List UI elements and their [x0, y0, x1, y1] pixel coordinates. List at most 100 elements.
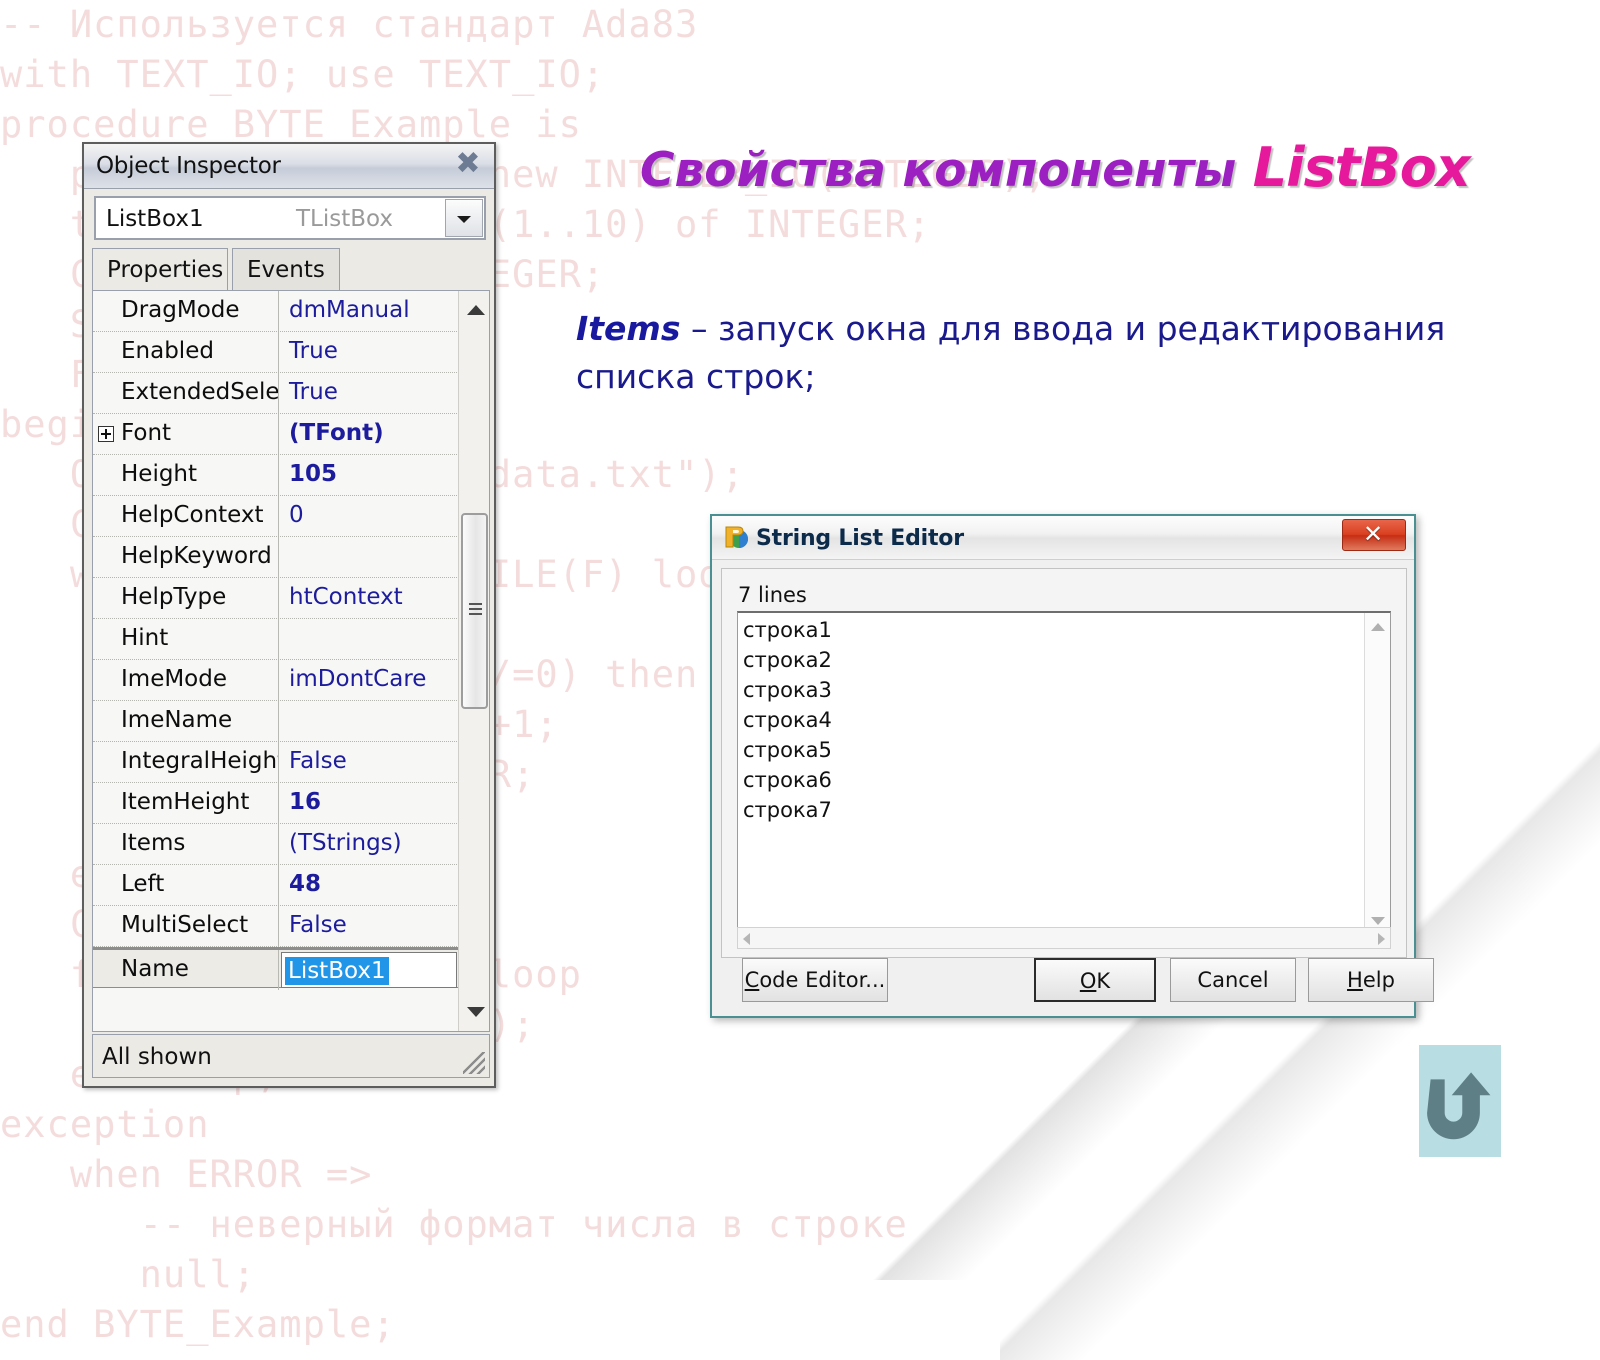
- scrollbar-thumb[interactable]: [461, 513, 488, 709]
- help-button-label: elp: [1362, 968, 1395, 992]
- page-title-part1: Свойства компоненты: [640, 143, 1253, 198]
- chevron-down-icon[interactable]: [445, 199, 483, 237]
- property-value[interactable]: 105: [281, 455, 457, 495]
- body-paragraph: Items – запуск окна для ввода и редактир…: [576, 305, 1496, 401]
- property-value[interactable]: dmManual: [281, 291, 457, 331]
- property-row[interactable]: ImeName: [93, 701, 489, 742]
- scroll-up-icon[interactable]: [467, 305, 485, 315]
- close-icon[interactable]: ✖: [452, 149, 484, 181]
- help-button[interactable]: Help: [1308, 958, 1434, 1002]
- property-row[interactable]: ExtendedSelec True: [93, 373, 489, 414]
- property-name: ImeName: [93, 701, 279, 741]
- property-value[interactable]: htContext: [281, 578, 457, 618]
- property-row-selected[interactable]: Name ListBox1: [93, 947, 489, 990]
- component-selector-combobox[interactable]: ListBox1 TListBox: [94, 196, 486, 240]
- property-row[interactable]: ImeMode imDontCare: [93, 660, 489, 701]
- property-value[interactable]: True: [281, 332, 457, 372]
- property-row[interactable]: Height 105: [93, 455, 489, 496]
- property-name: Items: [93, 824, 279, 864]
- property-rows: DragMode dmManual Enabled True ExtendedSelec…: [93, 291, 489, 947]
- property-name: DragMode: [93, 291, 279, 331]
- property-name: Height: [93, 455, 279, 495]
- property-name: Font: [93, 414, 279, 454]
- property-grid-scrollbar[interactable]: [458, 291, 489, 1031]
- body-description: – запуск окна для ввода и редактирования…: [576, 309, 1446, 396]
- property-row[interactable]: MultiSelect False: [93, 906, 489, 947]
- property-value[interactable]: True: [281, 373, 457, 413]
- property-row[interactable]: Items (TStrings): [93, 824, 489, 865]
- property-row[interactable]: DragMode dmManual: [93, 291, 489, 332]
- property-row[interactable]: HelpType htContext: [93, 578, 489, 619]
- property-name: Hint: [93, 619, 279, 659]
- property-row[interactable]: IntegralHeight False: [93, 742, 489, 783]
- property-name: HelpContext: [93, 496, 279, 536]
- property-value-editor[interactable]: ListBox1: [281, 952, 457, 988]
- property-value[interactable]: 48: [281, 865, 457, 905]
- component-name-value: ListBox1: [106, 206, 204, 232]
- code-line: end BYTE_Example;: [0, 1303, 396, 1346]
- memo-horizontal-scrollbar[interactable]: [737, 927, 1391, 949]
- property-row[interactable]: ItemHeight 16: [93, 783, 489, 824]
- ok-button-label: K: [1096, 969, 1111, 993]
- property-row[interactable]: Hint: [93, 619, 489, 660]
- object-inspector-title: Object Inspector: [96, 153, 281, 179]
- property-value[interactable]: (TStrings): [281, 824, 457, 864]
- object-inspector-window: Object Inspector ✖ ListBox1 TListBox Pro…: [82, 142, 496, 1088]
- property-name: MultiSelect: [93, 906, 279, 946]
- scroll-left-icon[interactable]: [743, 933, 750, 945]
- property-row[interactable]: HelpKeyword: [93, 537, 489, 578]
- close-button[interactable]: ✕: [1342, 519, 1406, 551]
- property-value-selected-text: ListBox1: [285, 957, 389, 985]
- string-list-editor-dialog: String List Editor ✕ 7 lines строка1 стр…: [710, 514, 1434, 1018]
- property-name: HelpKeyword: [93, 537, 279, 577]
- close-icon: ✕: [1362, 520, 1384, 548]
- scroll-up-icon[interactable]: [1371, 623, 1385, 631]
- dialog-content-panel: 7 lines строка1 строка2 строка3 строка4 …: [721, 568, 1407, 958]
- property-value[interactable]: imDontCare: [281, 660, 457, 700]
- tab-properties[interactable]: Properties: [92, 248, 228, 292]
- property-value[interactable]: 16: [281, 783, 457, 823]
- property-value[interactable]: False: [281, 906, 457, 946]
- cancel-button[interactable]: Cancel: [1170, 958, 1296, 1002]
- property-row[interactable]: Left 48: [93, 865, 489, 906]
- scroll-down-icon[interactable]: [467, 1007, 485, 1017]
- property-value[interactable]: [281, 619, 457, 659]
- property-value[interactable]: [281, 701, 457, 741]
- ok-button[interactable]: OK: [1034, 958, 1156, 1002]
- scroll-right-icon[interactable]: [1378, 933, 1385, 945]
- page-title-part2: ListBox: [1252, 136, 1471, 199]
- property-name: IntegralHeight: [93, 742, 279, 782]
- scrollbar-grip-icon: [469, 603, 482, 605]
- code-line: -- Используется стандарт Ada83: [0, 3, 699, 46]
- property-row[interactable]: Font (TFont): [93, 414, 489, 455]
- resize-grip-icon[interactable]: [463, 1052, 485, 1074]
- string-list-content: строка1 строка2 строка3 строка4 строка5 …: [743, 618, 832, 822]
- code-line: -- неверный формат числа в строке: [0, 1203, 908, 1246]
- string-list-textarea[interactable]: строка1 строка2 строка3 строка4 строка5 …: [737, 611, 1391, 936]
- object-inspector-titlebar[interactable]: Object Inspector ✖: [84, 144, 494, 189]
- property-name: Left: [93, 865, 279, 905]
- return-arrow-icon[interactable]: [1419, 1045, 1501, 1157]
- memo-vertical-scrollbar[interactable]: [1364, 613, 1390, 935]
- dialog-titlebar[interactable]: String List Editor ✕: [712, 516, 1414, 560]
- scroll-down-icon[interactable]: [1371, 917, 1385, 925]
- property-value[interactable]: 0: [281, 496, 457, 536]
- property-row[interactable]: Enabled True: [93, 332, 489, 373]
- property-name: Enabled: [93, 332, 279, 372]
- code-editor-button[interactable]: Code Editor...: [742, 958, 888, 1002]
- property-value[interactable]: False: [281, 742, 457, 782]
- object-inspector-tabs: Properties Events: [92, 246, 490, 292]
- property-row[interactable]: HelpContext 0: [93, 496, 489, 537]
- code-line: with TEXT_IO; use TEXT_IO;: [0, 53, 606, 96]
- decorative-diagonal-lower: [820, 980, 1380, 1280]
- property-name: ImeMode: [93, 660, 279, 700]
- property-name: ItemHeight: [93, 783, 279, 823]
- status-bar-text: All shown: [102, 1044, 212, 1070]
- property-grid: DragMode dmManual Enabled True ExtendedSelec…: [92, 290, 490, 1032]
- code-line: when ERROR =>: [0, 1153, 396, 1196]
- tab-events[interactable]: Events: [232, 248, 340, 292]
- code-editor-button-label: ode Editor...: [759, 968, 886, 992]
- property-value[interactable]: (TFont): [281, 414, 457, 454]
- code-line: null;: [0, 1253, 257, 1296]
- property-value[interactable]: [281, 537, 457, 577]
